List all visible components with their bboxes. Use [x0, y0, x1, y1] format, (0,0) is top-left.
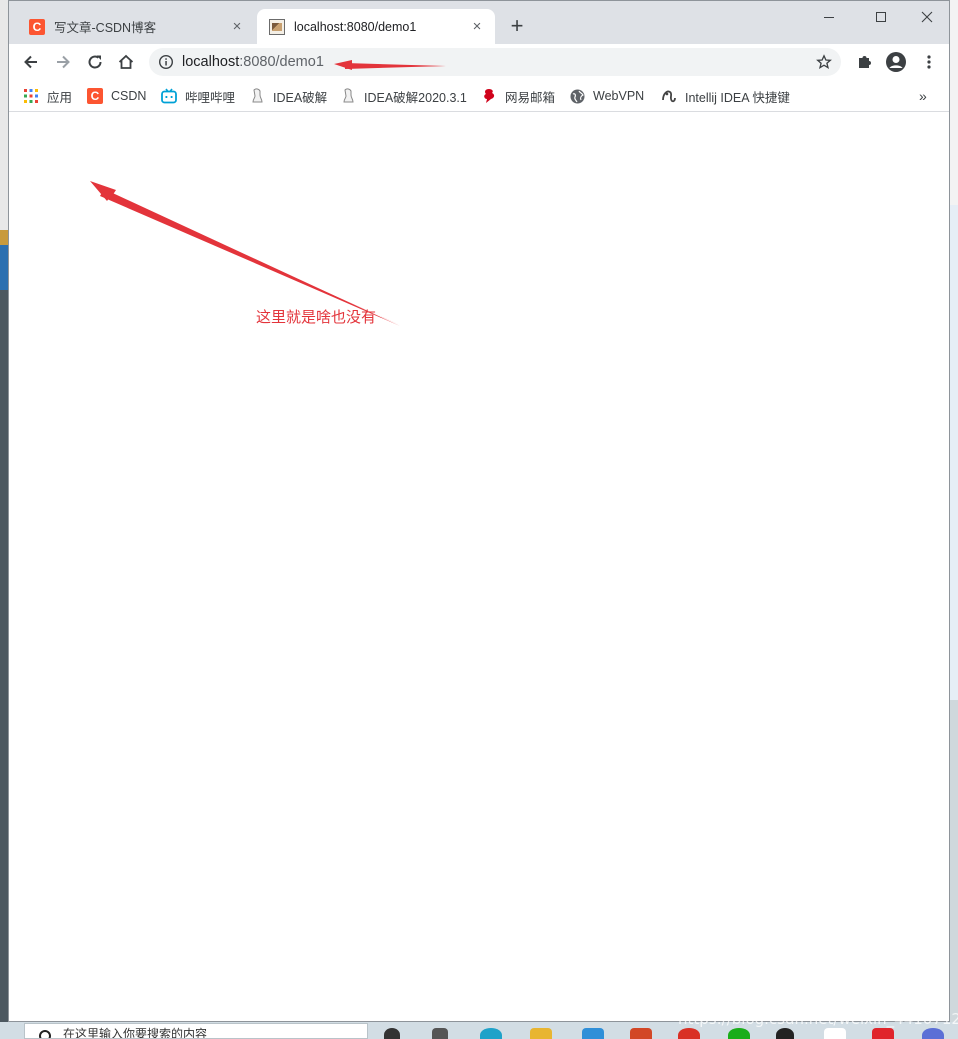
extensions-button[interactable] — [852, 49, 878, 75]
reload-button[interactable] — [82, 49, 108, 75]
site-info-icon[interactable] — [158, 54, 174, 70]
csdn-icon: C — [87, 88, 103, 104]
forward-button[interactable] — [50, 49, 76, 75]
bookmark-webvpn[interactable]: WebVPN — [569, 86, 644, 106]
desktop-background-right — [950, 0, 958, 1039]
browser-window: C 写文章-CSDN博客 × localhost:8080/demo1 × + — [8, 0, 950, 1022]
avatar-icon — [886, 52, 906, 72]
bookmark-label: 网易邮箱 — [505, 90, 556, 105]
edge-icon[interactable] — [480, 1028, 502, 1039]
browser-toolbar: localhost:8080/demo1 — [9, 44, 949, 80]
bookmark-label: 应用 — [47, 90, 73, 105]
calendar-app-icon[interactable] — [432, 1028, 448, 1039]
back-arrow-icon — [24, 55, 37, 69]
address-bar[interactable]: localhost:8080/demo1 — [149, 48, 841, 76]
bookmark-idea-crack[interactable]: IDEA破解 — [249, 86, 327, 106]
bookmarks-bar: 应用 C CSDN 哔哩哔哩 IDEA破解 IDEA破解2020.3.1 网易邮… — [9, 80, 949, 112]
taskbar-search-box[interactable]: 在这里输入你要搜索的内容 — [24, 1023, 368, 1039]
idea-icon — [340, 88, 356, 104]
office-icon[interactable] — [630, 1028, 652, 1039]
forward-arrow-icon — [57, 55, 70, 69]
home-button[interactable] — [113, 49, 139, 75]
bookmark-label: WebVPN — [593, 89, 645, 103]
annotation-text: 这里就是啥也没有 — [256, 308, 377, 326]
tab-title: 写文章-CSDN博客 — [54, 21, 157, 35]
csdn-icon: C — [29, 18, 45, 35]
bookmark-label: Intellij IDEA 快捷键 — [685, 90, 790, 105]
back-button[interactable] — [18, 49, 44, 75]
maximize-button[interactable] — [858, 5, 904, 27]
puzzle-icon — [859, 56, 871, 68]
tab-title: localhost:8080/demo1 — [294, 19, 417, 34]
bookmark-intellij-shortcuts[interactable]: Intellij IDEA 快捷键 — [661, 86, 790, 106]
close-tab-icon[interactable]: × — [229, 18, 245, 35]
url-text[interactable]: localhost:8080/demo1 — [182, 54, 324, 70]
task-view-icon[interactable] — [384, 1028, 400, 1039]
bookmark-label: 哔哩哔哩 — [185, 90, 236, 105]
idea-icon — [249, 88, 265, 104]
file-explorer-icon[interactable] — [530, 1028, 552, 1039]
close-icon — [921, 11, 933, 23]
bookmark-apps[interactable]: 应用 — [23, 86, 72, 106]
bookmark-csdn[interactable]: C CSDN — [87, 86, 146, 106]
url-host: localhost — [182, 54, 240, 70]
maximize-icon — [876, 12, 886, 23]
bookmark-label: IDEA破解 — [273, 90, 328, 105]
app-icon[interactable] — [824, 1028, 846, 1039]
globe-icon — [569, 88, 585, 104]
bookmark-label: IDEA破解2020.3.1 — [364, 90, 467, 105]
minimize-icon — [824, 16, 834, 18]
page-icon — [269, 18, 285, 35]
bilibili-icon — [161, 88, 177, 104]
url-path: :8080/demo1 — [239, 54, 324, 70]
more-bookmarks-button[interactable]: » — [919, 88, 927, 104]
menu-button[interactable] — [916, 49, 942, 75]
kebab-menu-icon — [927, 55, 931, 69]
tab-localhost-demo1[interactable]: localhost:8080/demo1 × — [257, 9, 495, 44]
reload-icon — [88, 55, 102, 69]
new-tab-button[interactable]: + — [505, 15, 529, 39]
bookmark-netease-mail[interactable]: 网易邮箱 — [481, 86, 555, 106]
home-icon — [118, 54, 134, 69]
media-player-icon[interactable] — [582, 1028, 604, 1039]
bookmark-bilibili[interactable]: 哔哩哔哩 — [161, 86, 235, 106]
search-icon — [39, 1030, 51, 1038]
wechat-icon[interactable] — [728, 1028, 750, 1039]
minimize-button[interactable] — [806, 5, 852, 27]
desktop-background-left — [0, 0, 8, 1039]
bookmark-label: CSDN — [111, 89, 147, 103]
app-icon[interactable] — [922, 1028, 944, 1039]
intellij-icon — [661, 88, 677, 104]
taskbar-search-placeholder: 在这里输入你要搜索的内容 — [63, 1027, 208, 1039]
qq-icon[interactable] — [776, 1028, 794, 1039]
bookmark-idea-crack-2020[interactable]: IDEA破解2020.3.1 — [340, 86, 467, 106]
tab-strip: C 写文章-CSDN博客 × localhost:8080/demo1 × + — [9, 1, 949, 44]
bookmark-star-icon[interactable] — [815, 53, 833, 71]
page-content: 这里就是啥也没有 — [9, 113, 949, 1021]
close-tab-icon[interactable]: × — [469, 18, 485, 35]
close-window-button[interactable] — [904, 5, 949, 27]
chrome-icon[interactable] — [678, 1028, 700, 1039]
netease-music-icon[interactable] — [872, 1028, 894, 1039]
csdn-watermark: https://blog.csdn.net/weixin_44107120 — [678, 1010, 958, 1028]
profile-button[interactable] — [883, 49, 909, 75]
netease-mail-icon — [481, 88, 497, 104]
tab-csdn-editor[interactable]: C 写文章-CSDN博客 × — [17, 9, 255, 44]
apps-grid-icon — [23, 88, 39, 104]
